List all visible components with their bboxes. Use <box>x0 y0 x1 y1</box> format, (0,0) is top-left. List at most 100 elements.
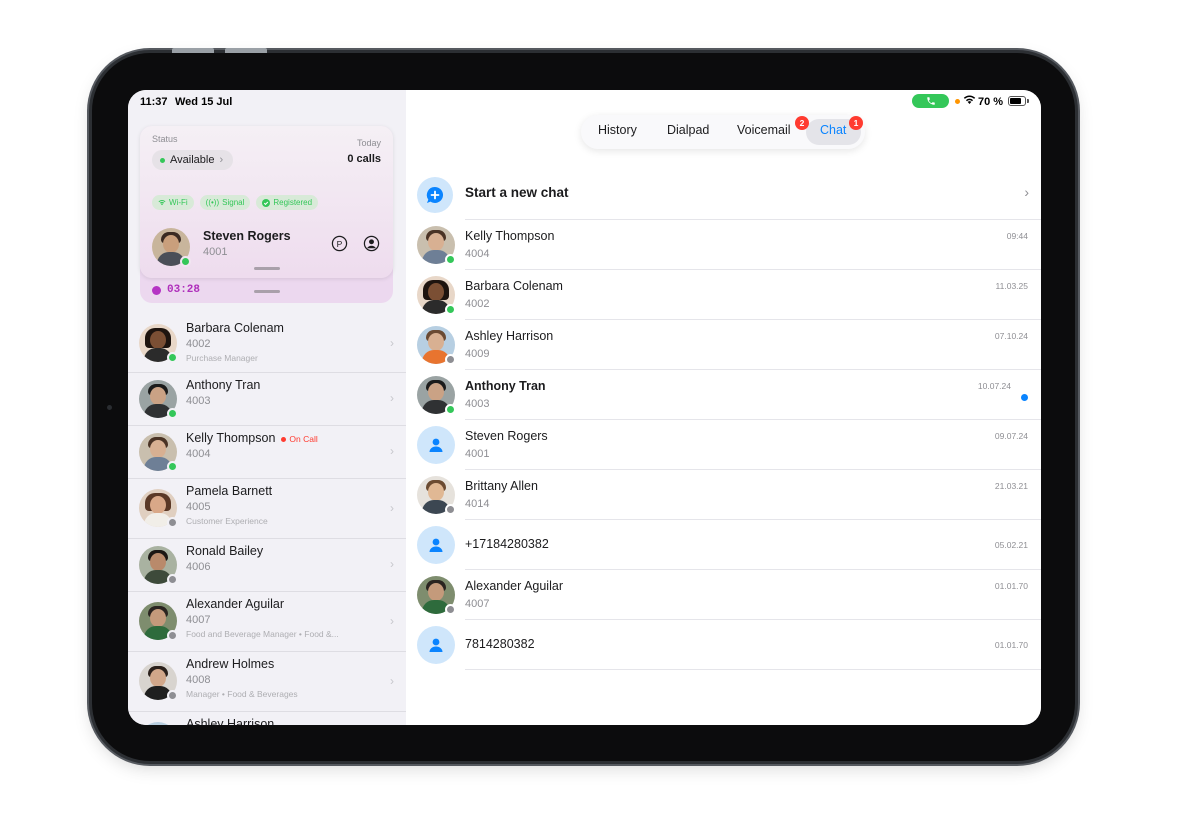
sidebar: Status Today Available › 0 calls Wi-Fi (… <box>128 90 406 725</box>
contact-avatar <box>139 433 178 472</box>
chat-name: Brittany Allen <box>465 479 538 493</box>
chat-name: Kelly Thompson <box>465 229 555 243</box>
battery-percent: 70 % <box>978 96 1004 108</box>
start-new-chat-row[interactable]: Start a new chat › <box>417 172 1041 220</box>
chat-avatar <box>417 326 456 365</box>
contact-extension: 4005 <box>186 501 211 513</box>
chat-name: Anthony Tran <box>465 379 546 393</box>
chat-avatar <box>417 226 456 265</box>
parking-icon[interactable]: P <box>331 235 348 252</box>
chat-extension: 4014 <box>465 498 490 510</box>
chat-date: 10.07.24 <box>977 381 1011 391</box>
mic-in-use-dot <box>955 99 960 104</box>
contact-avatar <box>139 722 177 725</box>
contact-row[interactable]: Andrew Holmes 4008 Manager • Food & Beve… <box>128 652 406 712</box>
chat-badge: 1 <box>849 116 863 130</box>
chat-row[interactable]: Steven Rogers 4001 09.07.24 <box>417 420 1041 470</box>
chat-row[interactable]: Brittany Allen 4014 21.03.21 <box>417 470 1041 520</box>
contact-avatar <box>139 380 178 419</box>
contact-row[interactable]: Alexander Aguilar 4007 Food and Beverage… <box>128 592 406 652</box>
status-bar: 11:37 Wed 15 Jul 70 % <box>128 90 1041 112</box>
tab-history[interactable]: History <box>598 123 637 137</box>
presence-indicator <box>167 574 178 585</box>
chat-date: 05.02.21 <box>994 540 1028 550</box>
contact-avatar <box>139 489 178 528</box>
chat-date: 21.03.21 <box>994 481 1028 491</box>
chevron-right-icon: › <box>1024 184 1029 200</box>
presence-indicator <box>445 254 456 265</box>
contact-row[interactable]: Kelly Thompson On Call 4004 › <box>128 426 406 479</box>
contact-name: Alexander Aguilar <box>186 597 284 611</box>
presence-indicator <box>167 630 178 641</box>
timer-grabber[interactable] <box>254 290 280 293</box>
contact-extension: 4003 <box>186 395 211 407</box>
person-placeholder-icon <box>417 526 455 564</box>
chat-avatar <box>417 276 456 315</box>
battery-tip <box>1027 99 1029 103</box>
call-timer[interactable]: 03:28 <box>152 284 200 296</box>
calls-count: 0 calls <box>347 153 381 165</box>
presence-indicator <box>167 461 178 472</box>
chat-avatar <box>417 576 456 615</box>
unread-indicator <box>1021 394 1028 401</box>
wifi-icon <box>158 200 166 206</box>
presence-indicator <box>167 352 178 363</box>
chat-avatar <box>417 476 456 515</box>
presence-indicator <box>445 504 456 515</box>
contact-title: Purchase Manager <box>186 353 258 363</box>
contact-name: Anthony Tran <box>186 378 261 392</box>
contact-row[interactable]: Ashley Harrison <box>128 712 406 725</box>
contact-extension: 4002 <box>186 338 211 350</box>
connection-badges: Wi-Fi ((•)) Signal Registered <box>152 195 319 210</box>
presence-indicator <box>445 404 456 415</box>
active-call-indicator[interactable] <box>912 94 949 108</box>
chat-extension: 4004 <box>465 248 490 260</box>
tab-chat[interactable]: Chat <box>820 123 846 137</box>
contact-list: Barbara Colenam 4002 Purchase Manager › … <box>128 316 406 725</box>
chat-row[interactable]: 7814280382 01.01.70 <box>417 620 1041 670</box>
contact-row[interactable]: Anthony Tran 4003 › <box>128 373 406 426</box>
contact-extension: 4006 <box>186 561 211 573</box>
chat-row[interactable]: +17184280382 05.02.21 <box>417 520 1041 570</box>
check-circle-icon <box>262 198 271 207</box>
chat-row[interactable]: Alexander Aguilar 4007 01.01.70 <box>417 570 1041 620</box>
chat-list: Kelly Thompson 4004 09:44 Barbara Colena… <box>417 220 1041 670</box>
chat-date: 09.07.24 <box>994 431 1028 441</box>
contact-avatar <box>139 602 178 641</box>
tab-voicemail[interactable]: Voicemail <box>737 123 791 137</box>
chat-date: 11.03.25 <box>995 281 1028 291</box>
presence-indicator <box>445 604 456 615</box>
chat-panel: History Dialpad Voicemail 2 Chat 1 Start… <box>406 90 1041 725</box>
chat-row[interactable]: Kelly Thompson 4004 09:44 <box>417 220 1041 270</box>
new-chat-label: Start a new chat <box>465 185 569 200</box>
chat-row[interactable]: Barbara Colenam 4002 11.03.25 <box>417 270 1041 320</box>
presence-indicator <box>180 256 191 267</box>
contact-extension: 4008 <box>186 674 211 686</box>
contact-name: Ashley Harrison <box>186 717 275 725</box>
chat-name: +17184280382 <box>465 537 549 551</box>
card-grabber[interactable] <box>254 267 280 270</box>
hardware-button <box>225 48 267 53</box>
contact-row[interactable]: Barbara Colenam 4002 Purchase Manager › <box>128 316 406 373</box>
phone-icon <box>926 97 935 105</box>
tab-dialpad[interactable]: Dialpad <box>667 123 709 137</box>
voicemail-badge: 2 <box>795 116 809 130</box>
presence-indicator <box>167 408 178 419</box>
chat-bubble-plus-icon <box>426 186 444 203</box>
chat-date: 01.01.70 <box>994 640 1028 650</box>
availability-selector[interactable]: Available › <box>152 150 234 170</box>
chat-row[interactable]: Ashley Harrison 4009 07.10.24 <box>417 320 1041 370</box>
new-chat-icon <box>417 177 453 213</box>
chat-name: Ashley Harrison <box>465 329 554 343</box>
user-extension: 4001 <box>203 246 228 258</box>
contact-avatar <box>139 546 178 585</box>
chat-extension: 4003 <box>465 398 490 410</box>
contact-row[interactable]: Ronald Bailey 4006 › <box>128 539 406 592</box>
chat-date: 07.10.24 <box>994 331 1028 341</box>
user-avatar[interactable] <box>152 228 191 267</box>
contact-title: Manager • Food & Beverages <box>186 689 298 699</box>
contact-row[interactable]: Pamela Barnett 4005 Customer Experience … <box>128 479 406 539</box>
chat-row[interactable]: Anthony Tran 4003 10.07.24 <box>417 370 1041 420</box>
profile-icon[interactable] <box>363 235 380 252</box>
battery-icon <box>1008 96 1026 106</box>
